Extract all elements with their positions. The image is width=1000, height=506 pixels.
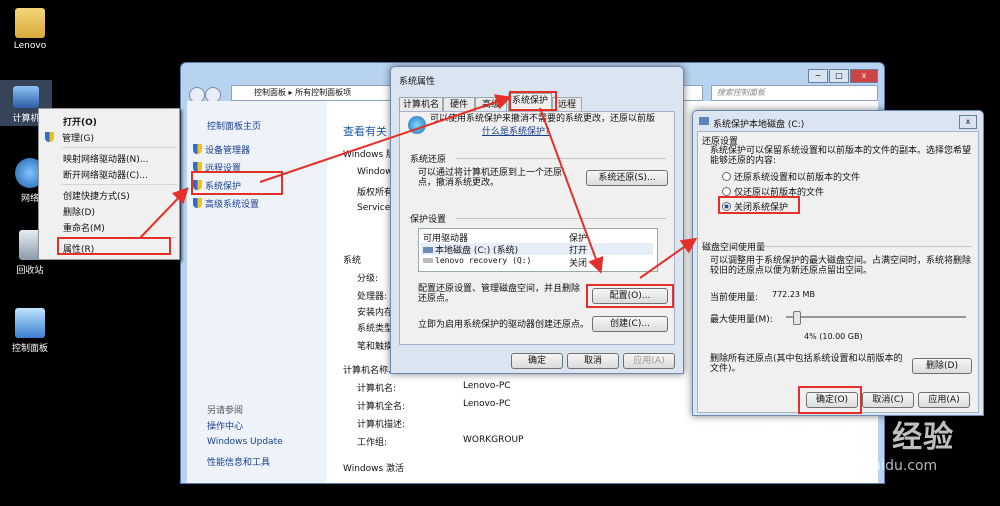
arrow-protection-to-tab [259,94,512,183]
watermark-logo: Bai du 经验 [768,420,955,455]
arrow-tab-to-configure [539,107,604,274]
arrow-configure-to-dialog [639,237,698,279]
watermark-url: jingyan.baidu.com [808,458,938,474]
arrow-properties-to-protection [139,187,189,239]
